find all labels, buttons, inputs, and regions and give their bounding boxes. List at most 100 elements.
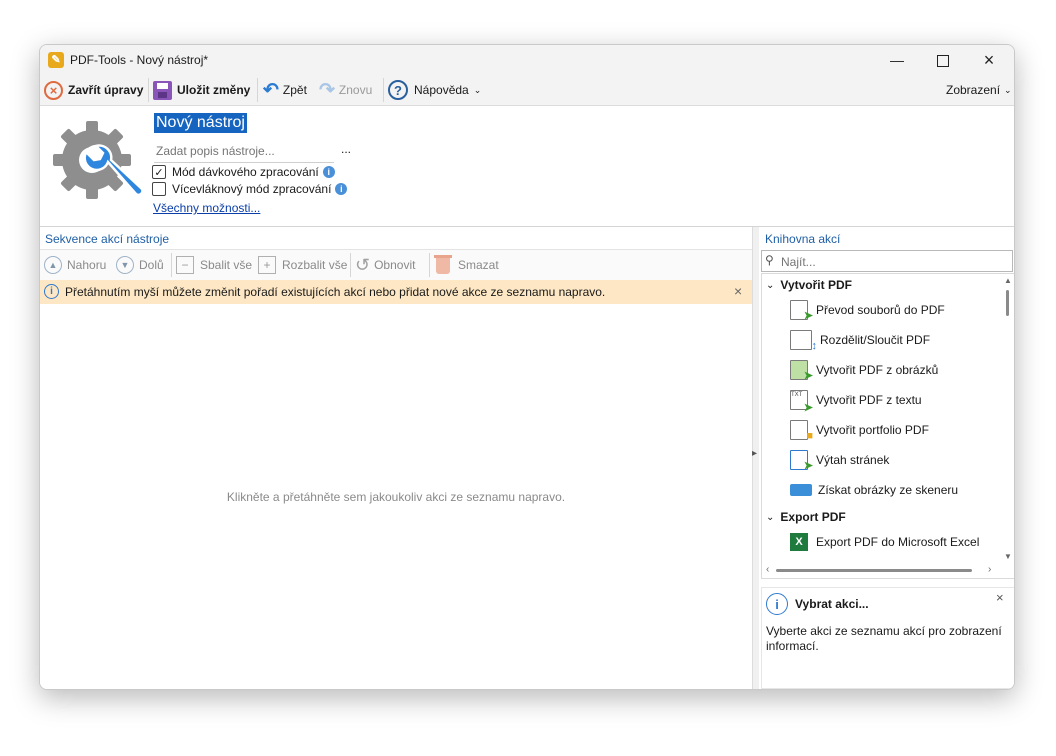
tree-item[interactable]: ➤ Převod souborů do PDF [790, 295, 945, 325]
sequence-title: Sekvence akcí nástroje [45, 232, 170, 246]
toolbar-separator [350, 253, 351, 277]
restore-button[interactable]: ↺ Obnovit [355, 254, 415, 276]
move-up-label: Nahoru [67, 258, 107, 272]
portfolio-icon: ■ [790, 420, 813, 442]
tree-item-label: Vytvořit PDF z obrázků [816, 363, 939, 377]
tree-item-label: Získat obrázky ze skeneru [818, 483, 959, 497]
tree-vertical-scrollbar[interactable]: ▲ ▼ [1002, 274, 1013, 564]
split-merge-icon: ↕ [790, 330, 817, 352]
save-label: Uložit změny [177, 83, 251, 97]
tool-settings-icon [53, 121, 144, 199]
close-banner-icon[interactable]: × [734, 283, 742, 299]
hscroll-thumb[interactable] [776, 569, 972, 572]
app-window: ✎ PDF-Tools - Nový nástroj* — × × Zavřít… [39, 44, 1015, 690]
details-text: Vyberte akci ze seznamu akcí pro zobraze… [766, 624, 1002, 653]
batch-mode-checkbox[interactable]: ✓ [152, 165, 166, 179]
library-search-input[interactable] [779, 253, 1003, 271]
title-bar: ✎ PDF-Tools - Nový nástroj* — × [40, 45, 1014, 75]
details-title: Vybrat akci... [795, 597, 869, 611]
group-label: Vytvořit PDF [780, 278, 852, 292]
library-title: Knihovna akcí [765, 232, 841, 246]
tree-item-label: Vytvořit PDF z textu [816, 393, 922, 407]
tree-item[interactable]: ↕ Rozdělit/Sloučit PDF [790, 325, 930, 355]
collapse-icon: − [176, 256, 194, 274]
action-details-panel: i Vybrat akci... × Vyberte akci ze sezna… [761, 587, 1014, 689]
tree-item[interactable]: TXT ➤ Vytvořit PDF z textu [790, 385, 922, 415]
save-icon [153, 80, 172, 100]
tool-header: Nový nástroj ... ✓ Mód dávkového zpracov… [40, 106, 1014, 227]
info-icon: i [766, 593, 788, 615]
toolbar-separator [429, 253, 430, 277]
group-label: Export PDF [780, 510, 846, 524]
redo-icon: ↷ [319, 79, 335, 101]
info-icon: i [322, 166, 335, 178]
restore-label: Obnovit [374, 258, 416, 272]
tree-group-create-pdf[interactable]: ⌄ Vytvořit PDF [766, 274, 852, 296]
info-banner: i Přetáhnutím myší můžete změnit pořadí … [40, 280, 752, 304]
toolbar-separator [383, 78, 384, 102]
tree-horizontal-scrollbar[interactable]: ‹ › [762, 564, 1002, 576]
undo-button[interactable]: ↶ Zpět [263, 79, 307, 101]
redo-button[interactable]: ↷ Znovu [319, 79, 372, 101]
multithread-option[interactable]: Vícevláknový mód zpracování i [152, 182, 348, 196]
tree-item[interactable]: Získat obrázky ze skeneru [790, 475, 958, 505]
info-banner-text: Přetáhnutím myší můžete změnit pořadí ex… [65, 285, 606, 299]
scroll-up-icon: ▲ [1004, 276, 1012, 285]
view-label: Zobrazení [946, 83, 1001, 97]
tree-group-export-pdf[interactable]: ⌄ Export PDF [766, 506, 846, 528]
help-icon: ? [388, 80, 408, 100]
delete-button[interactable]: Smazat [434, 254, 499, 276]
tree-item-label: Vytvořit portfolio PDF [816, 423, 929, 437]
collapse-all-button[interactable]: − Sbalit vše [176, 254, 252, 276]
minimize-button[interactable]: — [874, 45, 920, 75]
undo-icon: ↶ [263, 79, 279, 101]
chevron-down-icon: ⌄ [766, 279, 775, 291]
move-down-label: Dolů [139, 258, 164, 272]
scanner-icon [790, 484, 812, 496]
tree-item-label: Převod souborů do PDF [816, 303, 945, 317]
batch-mode-label: Mód dávkového zpracování [172, 165, 319, 179]
chevron-down-icon: ⌄ [1004, 84, 1012, 95]
sequence-toolbar: ▲ Nahoru ▼ Dolů − Sbalit vše + Rozbalit … [40, 249, 752, 281]
close-circle-icon: × [44, 80, 63, 100]
view-menu-button[interactable]: Zobrazení ⌄ [946, 79, 1012, 101]
description-more-button[interactable]: ... [334, 140, 358, 160]
save-button[interactable]: Uložit změny [153, 79, 250, 101]
help-label: Nápověda [414, 83, 469, 97]
batch-mode-option[interactable]: ✓ Mód dávkového zpracování i [152, 165, 335, 179]
move-down-button[interactable]: ▼ Dolů [116, 254, 164, 276]
window-title: PDF-Tools - Nový nástroj* [70, 53, 209, 67]
scroll-right-icon: › [988, 564, 992, 575]
search-icon: ⚲ [765, 253, 774, 267]
all-options-link[interactable]: Všechny možnosti... [153, 201, 260, 215]
multithread-checkbox[interactable] [152, 182, 166, 196]
chevron-up-icon: ▲ [44, 256, 62, 274]
tool-name-field[interactable]: Nový nástroj [154, 113, 247, 133]
library-search[interactable]: ⚲ [761, 250, 1013, 272]
move-up-button[interactable]: ▲ Nahoru [44, 254, 106, 276]
convert-files-icon: ➤ [790, 300, 813, 322]
tree-item-label: Rozdělit/Sloučit PDF [820, 333, 931, 347]
tool-description-field[interactable] [154, 140, 334, 163]
close-details-icon[interactable]: × [996, 590, 1004, 605]
close-edit-button[interactable]: × Zavřít úpravy [44, 79, 143, 101]
help-button[interactable]: ? Nápověda ⌄ [388, 79, 481, 101]
tree-item[interactable]: ➤ Vytvořit PDF z obrázků [790, 355, 938, 385]
maximize-button[interactable] [920, 45, 966, 75]
pdf-tools-icon: ✎ [48, 52, 64, 68]
expand-all-button[interactable]: + Rozbalit vše [258, 254, 347, 276]
scroll-thumb[interactable] [1006, 290, 1009, 316]
sequence-drop-area[interactable]: Klikněte a přetáhněte sem jakoukoliv akc… [40, 304, 752, 689]
tree-item[interactable]: X Export PDF do Microsoft Excel [790, 527, 979, 557]
info-icon: i [335, 183, 348, 195]
chevron-right-icon: ▸ [752, 448, 758, 459]
action-sequence-pane: Sekvence akcí nástroje ▲ Nahoru ▼ Dolů −… [40, 227, 752, 689]
multithread-label: Vícevláknový mód zpracování [172, 182, 332, 196]
close-window-button[interactable]: × [966, 45, 1012, 75]
tree-item[interactable]: ➤ Výtah stránek [790, 445, 889, 475]
tree-item[interactable]: ■ Vytvořit portfolio PDF [790, 415, 929, 445]
text-to-pdf-icon: TXT ➤ [790, 390, 813, 414]
excel-icon: X [790, 533, 808, 551]
empty-hint: Klikněte a přetáhněte sem jakoukoliv akc… [226, 490, 566, 504]
undo-label: Zpět [282, 83, 307, 97]
